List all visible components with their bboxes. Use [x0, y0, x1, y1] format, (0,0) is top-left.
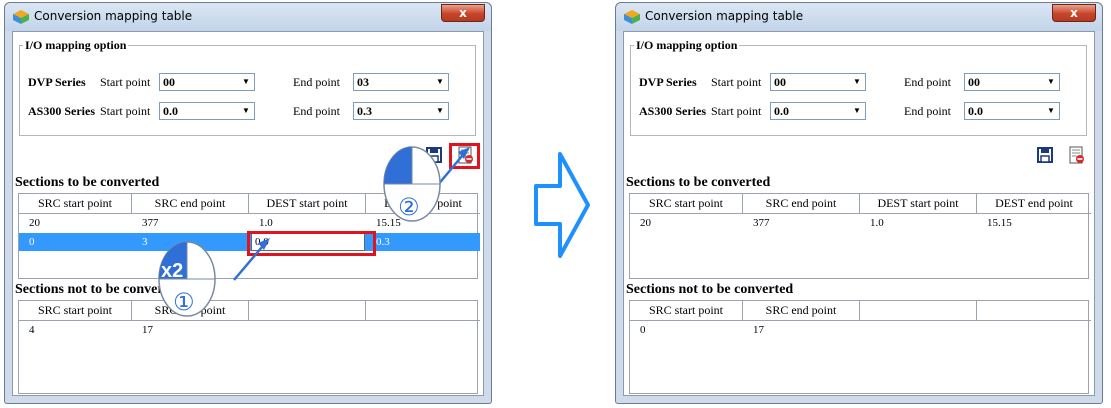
sections-not-to-convert-title: Sections not to be converted [626, 282, 794, 297]
col-empty-header [860, 301, 977, 321]
close-button[interactable]: x [1052, 4, 1096, 22]
as300-start-combo[interactable]: 0.0 ▼ [770, 102, 866, 120]
dvp-start-value: 00 [774, 75, 786, 89]
arrow-right-icon [534, 152, 590, 258]
dvp-start-label: Start point [711, 75, 762, 89]
src-end-cell: 377 [753, 217, 770, 229]
chevron-down-icon[interactable]: ▼ [850, 104, 864, 118]
window-title: Conversion mapping table [645, 9, 804, 23]
col-src-end-header[interactable]: SRC end point [743, 301, 860, 321]
chevron-down-icon[interactable]: ▼ [1044, 75, 1058, 89]
table-row[interactable]: 20 377 1.0 15.15 [630, 214, 1091, 232]
dvp-series-label: DVP Series [639, 75, 697, 89]
col-src-start-header[interactable]: SRC start point [630, 301, 743, 321]
double-click-label: x2 [161, 260, 184, 282]
col-dest-end-header[interactable]: DEST end point [977, 194, 1091, 214]
src-start-cell: 0 [640, 324, 646, 336]
src-start-cell: 20 [640, 217, 651, 229]
col-src-start-header[interactable]: SRC start point [630, 194, 743, 214]
as300-end-combo[interactable]: 0.0 ▼ [964, 102, 1060, 120]
as300-start-label: Start point [711, 104, 762, 118]
io-mapping-group: I/O mapping option DVP Series Start poin… [630, 38, 1087, 136]
save-icon[interactable] [1035, 145, 1055, 165]
chevron-down-icon[interactable]: ▼ [1044, 104, 1058, 118]
delete-section-icon[interactable] [1066, 145, 1086, 165]
sections-to-convert-table: SRC start point SRC end point DEST start… [629, 193, 1091, 279]
group-title: I/O mapping option [636, 38, 738, 52]
as300-end-value: 0.0 [968, 104, 983, 118]
chevron-down-icon[interactable]: ▼ [850, 75, 864, 89]
sections-not-to-convert-table: SRC start point SRC end point 0 17 [629, 300, 1091, 394]
app-icon [624, 10, 640, 24]
dvp-end-label: End point [904, 75, 951, 89]
col-empty-header [977, 301, 1091, 321]
src-end-cell: 17 [753, 324, 764, 336]
title-bar: Conversion mapping table x [616, 3, 1102, 31]
dest-start-cell: 1.0 [870, 217, 884, 229]
as300-start-value: 0.0 [774, 104, 789, 118]
table-row[interactable]: 0 17 [630, 321, 1091, 339]
col-dest-start-header[interactable]: DEST start point [860, 194, 977, 214]
dvp-start-combo[interactable]: 00 ▼ [770, 73, 866, 91]
step-2-badge: ② [398, 193, 420, 221]
col-src-end-header[interactable]: SRC end point [743, 194, 860, 214]
dialog-body: I/O mapping option DVP Series Start poin… [623, 31, 1095, 396]
sections-to-convert-title: Sections to be converted [626, 175, 771, 190]
dvp-end-value: 00 [968, 75, 980, 89]
dest-end-cell: 15.15 [987, 217, 1012, 229]
step-1-badge: ① [173, 288, 195, 316]
as300-series-label: AS300 Series [639, 104, 706, 118]
as300-end-label: End point [904, 104, 951, 118]
conversion-window-after: Conversion mapping table x I/O mapping o… [615, 2, 1103, 404]
dvp-end-combo[interactable]: 00 ▼ [964, 73, 1060, 91]
